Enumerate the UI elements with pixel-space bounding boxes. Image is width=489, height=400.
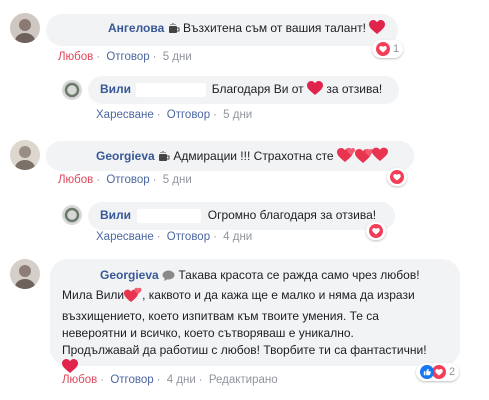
commenter-name[interactable]: Ангелова bbox=[108, 21, 164, 35]
love-reaction-icon bbox=[376, 42, 390, 56]
comment-text: , каквото и да кажа ще е малко и няма да… bbox=[142, 288, 415, 302]
reply-button[interactable]: Отговор bbox=[106, 174, 149, 186]
comment-line: Мила Вили , каквото и да кажа ще е малко … bbox=[62, 287, 448, 308]
reply-button[interactable]: Отговор bbox=[167, 109, 210, 121]
comment-actions: Любов · Отговор · 4 дни · Редактирано bbox=[62, 374, 278, 386]
reaction-summary[interactable]: 2 bbox=[416, 363, 460, 381]
comment-line: възхищението, което изпитвам към твоите … bbox=[62, 309, 379, 323]
timestamp[interactable]: 5 дни bbox=[223, 109, 252, 121]
comment-actions: Любов · Отговор · 5 дни bbox=[58, 174, 192, 186]
avatar[interactable] bbox=[62, 80, 82, 100]
love-button[interactable]: Любов bbox=[62, 374, 97, 386]
heart-emoji-icon bbox=[369, 20, 386, 39]
reaction-summary[interactable] bbox=[387, 168, 407, 186]
avatar[interactable] bbox=[62, 205, 82, 225]
heart-emoji-icon bbox=[307, 81, 324, 100]
coffee-icon bbox=[158, 151, 170, 167]
comment-text: Такава красота се ражда само чрез любов! bbox=[178, 268, 420, 282]
comment-text: Възхитена съм от вашия талант! bbox=[182, 21, 366, 35]
comment-line: невероятни и всичко, което сътворяваш е … bbox=[62, 326, 354, 340]
commenter-name[interactable]: Вили bbox=[100, 82, 131, 96]
comment-bubble: Georgieva Такава красота се ражда само ч… bbox=[50, 259, 460, 373]
comment-bubble: Georgieva Адмирации !!! Страхотна сте bbox=[46, 141, 414, 171]
edited-label[interactable]: Редактирано bbox=[209, 374, 278, 386]
commenter-name[interactable]: Georgieva bbox=[96, 149, 155, 163]
commenter-name[interactable]: Вили bbox=[100, 208, 131, 222]
reaction-count: 2 bbox=[449, 366, 456, 378]
coffee-icon bbox=[168, 23, 180, 39]
reply-bubble: Вили Благодаря Ви от за отзива! bbox=[88, 76, 399, 104]
comment-text: Мила Вили bbox=[62, 288, 125, 302]
avatar[interactable] bbox=[10, 13, 40, 43]
two-hearts-emoji-icon bbox=[124, 287, 142, 308]
reply-bubble: Вили Огромно благодаря за отзива! bbox=[88, 202, 395, 230]
comment-line: Продължавай да работиш с любов! Творбите… bbox=[62, 343, 427, 357]
love-button[interactable]: Любов bbox=[58, 51, 93, 63]
comment-actions: Харесване · Отговор · 4 дни bbox=[96, 231, 253, 243]
speech-bubble-icon bbox=[162, 270, 175, 287]
two-hearts-emoji-icon bbox=[336, 147, 389, 168]
like-reaction-icon bbox=[420, 365, 434, 379]
redacted-surname bbox=[136, 82, 207, 97]
reaction-summary[interactable]: 1 bbox=[372, 40, 404, 58]
comment-actions: Любов · Отговор · 5 дни bbox=[58, 51, 192, 63]
comment-text: Адмирации !!! Страхотна сте bbox=[173, 149, 334, 163]
like-button[interactable]: Харесване bbox=[96, 109, 154, 121]
love-reaction-icon bbox=[432, 365, 446, 379]
timestamp[interactable]: 4 дни bbox=[223, 231, 252, 243]
timestamp[interactable]: 5 дни bbox=[163, 174, 192, 186]
avatar[interactable] bbox=[10, 259, 40, 289]
comment-line: Georgieva Такава красота се ражда само ч… bbox=[62, 267, 448, 287]
reply-button[interactable]: Отговор bbox=[110, 374, 153, 386]
timestamp[interactable]: 4 дни bbox=[167, 374, 196, 386]
reply-text-end: за отзива! bbox=[326, 82, 383, 96]
reply-button[interactable]: Отговор bbox=[167, 231, 210, 243]
comment-bubble: Ангелова Възхитена съм от вашия талант! bbox=[46, 14, 398, 46]
reaction-summary[interactable] bbox=[366, 222, 386, 240]
reply-text: Благодаря Ви от bbox=[211, 82, 304, 96]
reaction-count: 1 bbox=[393, 43, 400, 55]
reply-button[interactable]: Отговор bbox=[106, 51, 149, 63]
commenter-name[interactable]: Georgieva bbox=[100, 268, 159, 282]
like-button[interactable]: Харесване bbox=[96, 231, 154, 243]
reply-text: Огромно благодаря за отзива! bbox=[207, 208, 377, 222]
redacted-surname bbox=[137, 208, 202, 223]
comment-actions: Харесване · Отговор · 5 дни bbox=[96, 109, 253, 121]
love-reaction-icon bbox=[390, 170, 404, 184]
love-button[interactable]: Любов bbox=[58, 174, 93, 186]
love-reaction-icon bbox=[369, 224, 383, 238]
avatar[interactable] bbox=[10, 140, 40, 170]
timestamp[interactable]: 5 дни bbox=[163, 51, 192, 63]
